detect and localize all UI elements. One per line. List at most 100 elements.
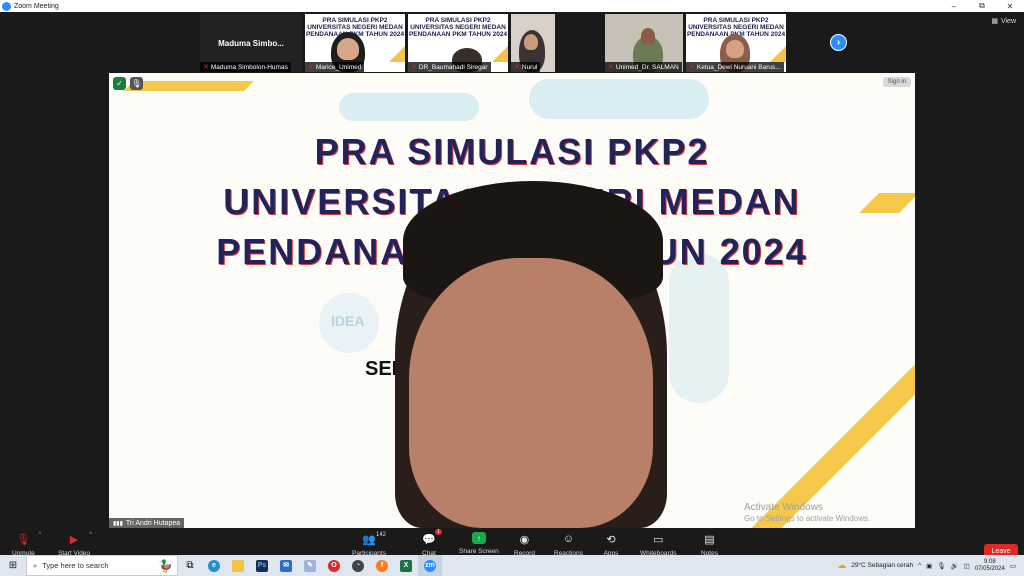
close-button[interactable]: ✕ <box>996 0 1024 12</box>
watermark-line1: Activate Windows <box>744 502 823 513</box>
weather-icon[interactable]: ☁ <box>837 560 846 571</box>
weather-text[interactable]: 29°C Sebagian cerah <box>851 562 913 569</box>
share-screen-icon: ↑ <box>471 532 486 544</box>
photoshop-icon[interactable]: Ps <box>250 555 274 576</box>
participant-name: DR_Baumahadi Siregar <box>418 63 488 71</box>
speaker-face <box>409 258 653 528</box>
task-view-icon[interactable]: ⧉ <box>178 555 202 576</box>
slide-thumb-line: PRA SIMULASI PKP2 <box>322 17 388 24</box>
clock-time: 9:08 <box>983 558 996 565</box>
window-title: Zoom Meeting <box>14 2 59 10</box>
participant-tile[interactable]: PRA SIMULASI PKP2 UNIVERSITAS NEGERI MED… <box>305 14 405 72</box>
participants-icon: 👥 142 <box>362 532 386 546</box>
participant-name: Nurul <box>521 63 538 71</box>
view-button-label: View <box>1000 17 1016 25</box>
participants-button[interactable]: 👥 142 Participants <box>352 532 386 557</box>
zoom-app-icon[interactable]: zm <box>418 555 442 576</box>
participant-label: ✕ DR_Baumahadi Siregar <box>408 62 491 72</box>
chevron-up-icon[interactable]: ^ <box>89 532 92 538</box>
participant-tile[interactable]: Maduma Simbo... ✕ Maduma Simbolon-Humas <box>200 14 302 72</box>
video-off-icon: ▶ ^ <box>69 532 93 546</box>
maximize-button[interactable]: ⧉ <box>968 0 996 12</box>
start-video-button[interactable]: ▶ ^ Start Video <box>58 532 93 557</box>
participant-tile[interactable]: PRA SIMULASI PKP2 UNIVERSITAS NEGERI MED… <box>686 14 786 72</box>
participant-tile[interactable]: ✕ Nurul <box>511 14 555 72</box>
opera-browser-icon[interactable]: O <box>322 555 346 576</box>
shield-icon[interactable]: ✓ <box>113 77 126 90</box>
chevron-right-icon: › <box>836 37 841 48</box>
chevron-up-icon[interactable]: ^ <box>918 562 921 569</box>
sign-in-button[interactable]: Sign in <box>882 77 911 87</box>
excel-icon[interactable]: X <box>394 555 418 576</box>
view-button[interactable]: ▦ View <box>991 17 1016 26</box>
slide-cloud-decoration <box>529 79 709 119</box>
muted-mic-icon: ✕ <box>514 64 520 71</box>
participant-video-face <box>337 38 359 60</box>
taskbar-search-box[interactable]: ⌕ Type here to search 🦆 <box>26 555 178 576</box>
volume-icon[interactable]: 🔊 <box>951 562 959 570</box>
main-speaker-video[interactable]: IDEA PRA SIMULASI PKP2 UNIVERSITAS NEGER… <box>109 73 915 528</box>
participant-label: ✕ Nurul <box>511 62 541 72</box>
paint-icon[interactable]: ✎ <box>298 555 322 576</box>
zoom-logo-icon <box>2 1 11 11</box>
minimize-button[interactable]: – <box>940 0 968 12</box>
participant-video-face <box>524 34 538 50</box>
muted-mic-icon: ✕ <box>308 64 314 71</box>
muted-mic-icon: ✕ <box>608 64 614 71</box>
participant-label: ✕ Unimed_Dr. SALMAN <box>605 62 682 72</box>
slide-rocket-decoration <box>669 253 729 403</box>
windows-taskbar: ⊞ ⌕ Type here to search 🦆 ⧉ e Ps ✉ ✎ O ◔… <box>0 555 1024 576</box>
windows-start-icon[interactable]: ⊞ <box>0 555 26 576</box>
slide-idea-text: IDEA <box>331 313 365 329</box>
participant-name: Ketua_Dewi Nuruani Barus... <box>696 63 781 71</box>
strip-gap <box>558 14 602 74</box>
activate-windows-watermark: Activate Windows Go to Settings to activ… <box>744 502 870 524</box>
signal-strength-icon: ▮▮▮ <box>113 520 123 527</box>
record-icon: ◉ <box>519 533 530 546</box>
muted-mic-icon: 🎙 ^ <box>16 532 42 546</box>
main-video-top-icons: ✓ 🎙 <box>113 77 143 90</box>
whatsapp-icon[interactable]: ◔ <box>346 555 370 576</box>
share-screen-button[interactable]: ↑ Share Screen <box>459 532 499 555</box>
participant-label: ✕ Marice_Unimed <box>305 62 365 72</box>
taskbar-clock[interactable]: 9:08 07/05/2024 <box>975 559 1005 573</box>
microphone-icon[interactable]: 🎙 <box>937 562 945 570</box>
apps-button[interactable]: ⟲ Apps <box>603 532 619 558</box>
reactions-button[interactable]: ☺ Reactions <box>554 532 583 557</box>
slide-thumb-line: UNIVERSITAS NEGERI MEDAN <box>410 24 506 31</box>
slide-corner-stripe <box>389 46 405 62</box>
record-button[interactable]: ◉ Record <box>514 532 535 558</box>
window-controls: – ⧉ ✕ <box>940 0 1024 12</box>
notification-icon[interactable]: ▭ <box>1010 562 1016 570</box>
share-screen-label: Share Screen <box>459 548 499 555</box>
mic-status-icon[interactable]: 🎙 <box>130 77 143 90</box>
muted-mic-icon: ✕ <box>411 64 417 71</box>
participant-video-face <box>641 28 655 44</box>
chat-button[interactable]: 💬 1 Chat <box>421 529 442 557</box>
whiteboards-button[interactable]: ▭ Whiteboards <box>640 532 677 558</box>
mail-icon[interactable]: ✉ <box>274 555 298 576</box>
unmute-button[interactable]: 🎙 ^ Unmute <box>12 532 42 557</box>
file-explorer-icon[interactable] <box>226 555 250 576</box>
reactions-icon: ☺ <box>562 533 575 545</box>
chevron-up-icon[interactable]: ^ <box>39 532 42 538</box>
participant-name: Marice_Unimed <box>315 63 362 71</box>
participant-video-face <box>726 40 744 58</box>
edge-browser-icon[interactable]: e <box>202 555 226 576</box>
search-placeholder: Type here to search <box>42 561 109 570</box>
language-icon[interactable]: ◫ <box>964 562 970 570</box>
slide-thumb-text: PRA SIMULASI PKP2 UNIVERSITAS NEGERI MED… <box>408 17 508 38</box>
participant-tile[interactable]: PRA SIMULASI PKP2 UNIVERSITAS NEGERI MED… <box>408 14 508 72</box>
firefox-icon[interactable]: f <box>370 555 394 576</box>
slide-title-line1: PRA SIMULASI PKP2 <box>314 131 710 172</box>
notes-button[interactable]: ▤ Notes <box>701 532 718 558</box>
network-icon[interactable]: ▣ <box>926 562 932 570</box>
slide-thumb-line: PRA SIMULASI PKP2 <box>425 17 491 24</box>
participant-tile[interactable]: ✕ Unimed_Dr. SALMAN <box>605 14 683 72</box>
watermark-line2: Go to Settings to activate Windows. <box>744 514 871 523</box>
slide-thumb-line: PRA SIMULASI PKP2 <box>703 17 769 24</box>
window-title-bar: Zoom Meeting – ⧉ ✕ <box>0 0 1024 12</box>
slide-cloud-decoration <box>339 93 479 121</box>
next-participants-button[interactable]: › <box>830 34 847 51</box>
participant-name: Maduma Simbolon-Humas <box>210 63 288 71</box>
